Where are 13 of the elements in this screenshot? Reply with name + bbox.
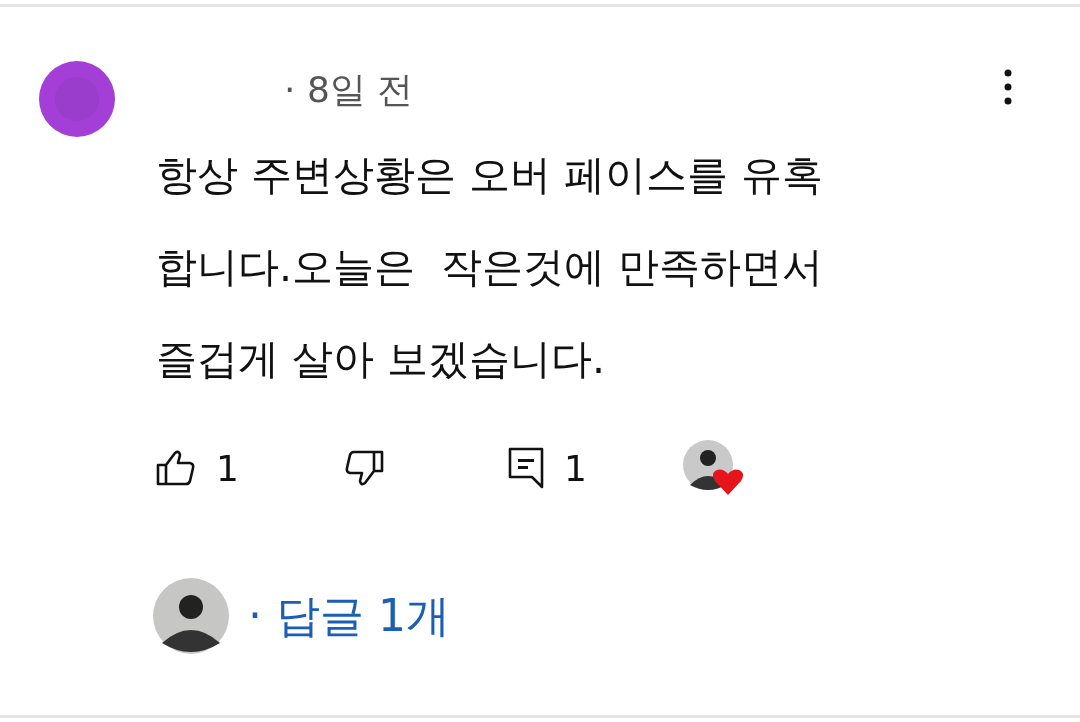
reply-avatar-icon bbox=[152, 577, 230, 655]
comment-text-line: 합니다.오늘은 작은것에 만족하면서 bbox=[156, 242, 825, 293]
more-options-icon[interactable] bbox=[1004, 68, 1012, 105]
reply-icon[interactable] bbox=[507, 447, 544, 489]
comment-text-line: 항상 주변상황은 오버 페이스를 유혹 bbox=[156, 150, 825, 201]
reply-count: 1 bbox=[563, 447, 587, 489]
replies-link[interactable]: · 답글 1개 bbox=[248, 586, 450, 646]
comment-time: · 8일 전 bbox=[283, 68, 414, 112]
like-count: 1 bbox=[216, 447, 239, 489]
thumbs-down-icon[interactable] bbox=[343, 449, 384, 487]
thumbs-up-icon[interactable] bbox=[156, 449, 196, 487]
comment-text-line: 즐겁게 살아 보겠습니다. bbox=[156, 334, 607, 385]
avatar-icon bbox=[38, 60, 116, 138]
